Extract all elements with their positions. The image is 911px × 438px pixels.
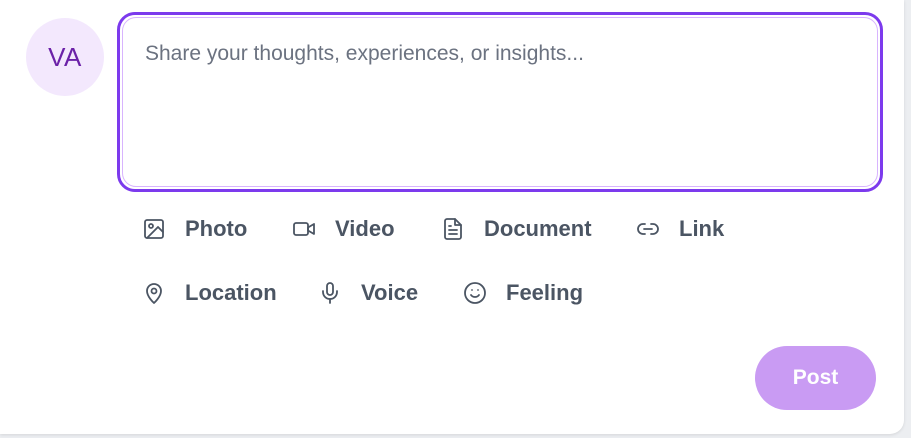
voice-label: Voice <box>361 280 419 305</box>
document-icon <box>440 216 466 242</box>
post-composer-card: VA Photo Video Document Link Location <box>0 0 904 434</box>
voice-button[interactable]: Voice <box>317 273 418 313</box>
location-label: Location <box>185 280 277 305</box>
microphone-icon <box>317 280 343 306</box>
avatar-initials: VA <box>48 41 82 72</box>
video-label: Video <box>335 216 395 241</box>
composer-focus-ring <box>117 12 883 192</box>
image-icon <box>141 216 167 242</box>
document-button[interactable]: Document <box>440 209 592 249</box>
link-icon <box>635 216 661 242</box>
map-pin-icon <box>141 280 167 306</box>
photo-label: Photo <box>185 216 248 241</box>
link-button[interactable]: Link <box>635 209 724 249</box>
post-button[interactable]: Post <box>755 346 876 410</box>
feeling-label: Feeling <box>506 280 584 305</box>
video-button[interactable]: Video <box>291 209 395 249</box>
link-label: Link <box>679 216 725 241</box>
avatar[interactable]: VA <box>26 18 104 96</box>
smiley-icon <box>462 280 488 306</box>
feeling-button[interactable]: Feeling <box>462 273 583 313</box>
post-text-input[interactable] <box>122 17 878 187</box>
document-label: Document <box>484 216 592 241</box>
location-button[interactable]: Location <box>141 273 277 313</box>
video-camera-icon <box>291 216 317 242</box>
photo-button[interactable]: Photo <box>141 209 247 249</box>
